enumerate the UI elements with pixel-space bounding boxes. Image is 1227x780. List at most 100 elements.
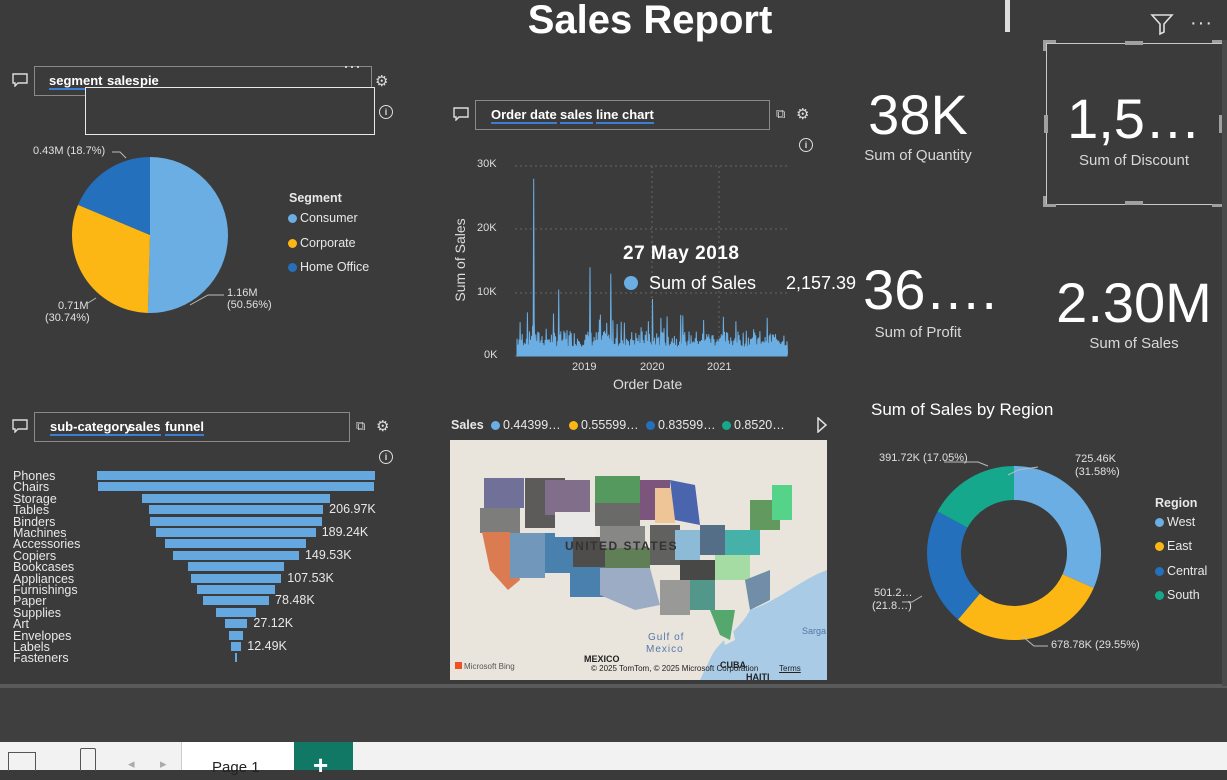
resize-handle-left[interactable] xyxy=(1044,115,1048,133)
funnel-bar-copiers[interactable] xyxy=(173,550,299,560)
funnel-bar-bookcases[interactable] xyxy=(187,562,285,572)
funnel-settings-icon[interactable]: ⚙ xyxy=(376,417,389,435)
funnel-value-appliances: 107.53K xyxy=(287,570,334,585)
funnel-bar-storage[interactable] xyxy=(141,493,331,503)
map-mexico-label: MEXICO xyxy=(584,654,620,664)
funnel-header-box[interactable]: sub-category sales funnel xyxy=(34,412,350,442)
line-ytick-0k: 0K xyxy=(484,349,498,361)
funnel-value-paper: 78.48K xyxy=(275,593,315,608)
map-bing-text: Microsoft Bing xyxy=(464,662,515,671)
funnel-bar-supplies[interactable] xyxy=(216,607,256,617)
map-country-label: UNITED STATES xyxy=(565,539,678,553)
mobile-view-icon[interactable] xyxy=(80,748,96,771)
donut-legend-west[interactable]: West xyxy=(1155,515,1195,529)
map-terms-link[interactable]: Terms xyxy=(779,664,801,673)
donut-legend-south-label: South xyxy=(1167,588,1200,602)
map-legend-1-label: 0.44399… xyxy=(503,418,561,432)
funnel-drill-icon[interactable]: ⧉ xyxy=(356,418,365,434)
donut-slice-west[interactable] xyxy=(1014,466,1101,588)
map-legend-next-icon[interactable] xyxy=(817,416,828,438)
pie-slice-consumer[interactable] xyxy=(147,157,228,313)
donut-label-west-pct: (31.58%) xyxy=(1075,466,1120,478)
map-legend-3[interactable]: 0.83599… xyxy=(646,418,716,432)
funnel-bar-tables[interactable] xyxy=(148,505,324,515)
map-visual[interactable]: UNITED STATES Gulf of Mexico MEXICO CUBA… xyxy=(450,440,827,680)
pie-label-corporate-value: 0.71M xyxy=(58,300,89,312)
funnel-bar-paper[interactable] xyxy=(202,596,270,606)
donut-legend-east-label: East xyxy=(1167,539,1193,553)
funnel-bar-labels[interactable] xyxy=(230,642,242,651)
line-tooltip-dot xyxy=(624,276,638,290)
map-gulf-label-2: Mexico xyxy=(646,644,684,655)
donut-label-central-pct: (21.8…) xyxy=(872,600,912,612)
map-legend-1[interactable]: 0.44399… xyxy=(491,418,561,432)
pie-legend-corporate[interactable]: Corporate xyxy=(288,236,356,250)
kpi-profit-value: 36…. xyxy=(863,258,997,321)
add-page-button[interactable]: + xyxy=(294,742,353,778)
scroll-indicator xyxy=(1005,0,1010,32)
line-comment-icon[interactable] xyxy=(453,107,469,126)
resize-handle-top[interactable] xyxy=(1125,41,1143,45)
kpi-discount-value: 1,5… xyxy=(1067,87,1201,150)
map-haiti-label: HAITI xyxy=(746,672,770,680)
add-page-icon: + xyxy=(313,750,329,780)
more-options-icon[interactable]: ··· xyxy=(1190,12,1213,35)
resize-handle-tl[interactable] xyxy=(1043,40,1056,51)
line-header-box[interactable]: Order date sales line chart xyxy=(475,100,770,130)
funnel-bar-envelopes[interactable] xyxy=(229,630,243,640)
report-title: Sales Report xyxy=(527,0,773,42)
donut-slice-east[interactable] xyxy=(958,574,1094,640)
line-header-word-1: Order date xyxy=(491,107,557,124)
line-ytick-10k: 10K xyxy=(477,286,497,298)
pie-empty-popup xyxy=(85,87,375,135)
line-drill-icon[interactable]: ⧉ xyxy=(776,106,785,122)
right-scrollbar[interactable] xyxy=(1222,40,1227,686)
tab-page-1[interactable]: Page 1 xyxy=(181,742,295,776)
funnel-label-fasteners: Fasteners xyxy=(13,651,69,666)
funnel-bar-furnishings[interactable] xyxy=(197,585,275,594)
funnel-info-icon[interactable]: i xyxy=(379,450,393,464)
resize-handle-bl[interactable] xyxy=(1043,196,1056,207)
map-legend-2[interactable]: 0.55599… xyxy=(569,418,639,432)
funnel-comment-icon[interactable] xyxy=(12,419,28,438)
tab-page-1-label: Page 1 xyxy=(212,759,260,776)
pie-settings-icon[interactable]: ⚙ xyxy=(375,72,388,90)
pie-legend-consumer[interactable]: Consumer xyxy=(288,211,358,225)
funnel-value-machines: 189.24K xyxy=(321,525,369,539)
line-y-axis-title: Sum of Sales xyxy=(452,218,468,302)
funnel-bar-appliances[interactable] xyxy=(190,573,282,583)
funnel-bar-chairs[interactable] xyxy=(97,482,375,492)
funnel-value-tables: 206.97K xyxy=(329,502,376,517)
desktop-view-icon[interactable] xyxy=(8,752,36,771)
pie-label-consumer-value: 1.16M xyxy=(227,287,258,299)
line-settings-icon[interactable]: ⚙ xyxy=(796,105,809,123)
pie-legend-home-office[interactable]: Home Office xyxy=(288,260,369,274)
map-legend-3-label: 0.83599… xyxy=(658,418,716,432)
resize-handle-bottom[interactable] xyxy=(1125,201,1143,205)
donut-legend-south[interactable]: South xyxy=(1155,588,1200,602)
funnel-bar-phones[interactable] xyxy=(97,471,375,480)
filter-icon[interactable] xyxy=(1150,12,1174,36)
funnel-bar-accessories[interactable] xyxy=(165,539,307,549)
donut-legend-east[interactable]: East xyxy=(1155,539,1192,553)
funnel-bar-art[interactable] xyxy=(224,619,248,629)
funnel-header-word-1: sub-category xyxy=(50,419,132,436)
line-header-word-3: line chart xyxy=(596,107,654,124)
map-legend-4[interactable]: 0.8520… xyxy=(722,418,785,432)
pie-legend-title: Segment xyxy=(289,191,342,205)
funnel-bar-fasteners[interactable] xyxy=(234,653,238,663)
donut-title: Sum of Sales by Region xyxy=(871,400,1054,419)
map-canvas: UNITED STATES Gulf of Mexico MEXICO CUBA… xyxy=(450,440,827,680)
pie-info-icon[interactable]: i xyxy=(379,105,393,119)
comment-icon[interactable] xyxy=(12,73,28,92)
funnel-bar-machines[interactable] xyxy=(156,528,316,537)
donut-legend-west-label: West xyxy=(1167,515,1196,529)
pie-legend-corporate-label: Corporate xyxy=(300,236,356,250)
kpi-quantity-value: 38K xyxy=(868,83,968,146)
donut-legend-central[interactable]: Central xyxy=(1155,564,1207,578)
funnel-value-copiers: 149.53K xyxy=(304,547,352,562)
funnel-bar-binders[interactable] xyxy=(150,516,322,526)
pie-legend-consumer-label: Consumer xyxy=(300,211,358,225)
pie-more-icon[interactable]: ··· xyxy=(343,56,361,77)
kpi-profit-label: Sum of Profit xyxy=(874,324,962,341)
